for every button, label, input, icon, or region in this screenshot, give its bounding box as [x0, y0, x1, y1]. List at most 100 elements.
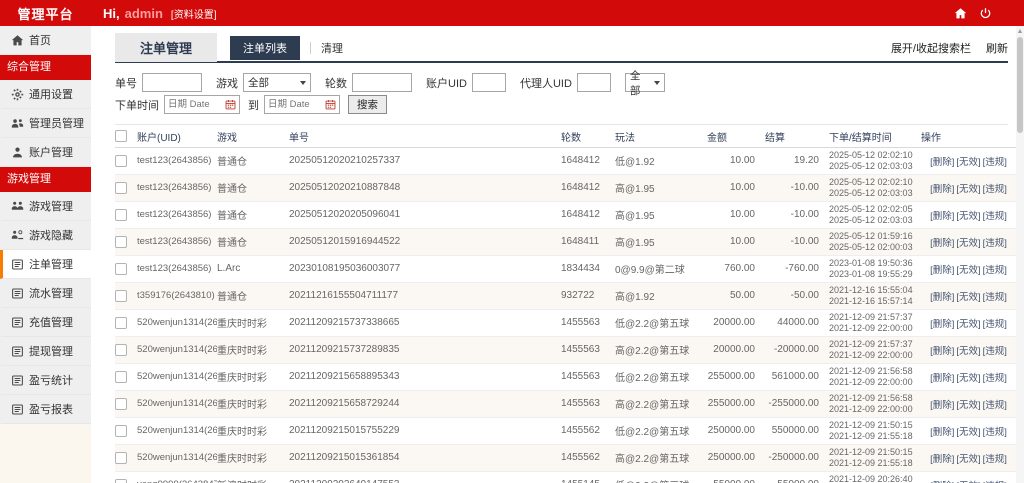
agent-uid-input[interactable] — [576, 73, 611, 92]
sidebar-item-game-hidden[interactable]: 游戏隐藏 — [0, 221, 91, 250]
delete-link[interactable]: [删除] — [930, 157, 954, 168]
delete-link[interactable]: [删除] — [930, 346, 954, 357]
sidebar-filler — [0, 424, 91, 483]
delete-link[interactable]: [删除] — [930, 265, 954, 276]
sidebar-item-withdraw-management[interactable]: 提现管理 — [0, 337, 91, 366]
order-no-input[interactable] — [142, 73, 202, 92]
account-uid-cell: test123(2643856) — [137, 228, 217, 256]
violation-link[interactable]: [违规] — [983, 265, 1007, 276]
row-checkbox[interactable] — [115, 451, 127, 464]
invalid-link[interactable]: [无效] — [956, 157, 980, 168]
invalid-link[interactable]: [无效] — [956, 238, 980, 249]
delete-link[interactable]: [删除] — [930, 454, 954, 465]
order-time: 2025-05-12 02:02:05 — [829, 203, 913, 214]
round-cell: 1455562 — [561, 417, 615, 445]
date-to-input[interactable] — [264, 95, 340, 114]
invalid-link[interactable]: [无效] — [956, 184, 980, 195]
invalid-link[interactable]: [无效] — [956, 346, 980, 357]
row-checkbox[interactable] — [115, 154, 127, 167]
row-checkbox[interactable] — [115, 370, 127, 383]
tab-bet-order-list[interactable]: 注单列表 — [230, 35, 301, 60]
agent-select[interactable]: 全部 — [624, 70, 665, 97]
violation-link[interactable]: [违规] — [983, 427, 1007, 438]
power-icon[interactable] — [979, 7, 992, 20]
violation-link[interactable]: [违规] — [983, 319, 1007, 330]
sidebar-item-account-management[interactable]: 账户管理 — [0, 138, 91, 167]
agent-uid-label: 代理人UID — [519, 77, 572, 90]
row-checkbox[interactable] — [115, 181, 127, 194]
home-icon[interactable] — [954, 7, 967, 20]
delete-link[interactable]: [删除] — [930, 211, 954, 222]
round-input[interactable] — [352, 73, 412, 92]
invalid-link[interactable]: [无效] — [956, 427, 980, 438]
account-uid-cell: 520wenjun1314(2643842) — [137, 363, 217, 391]
invalid-link[interactable]: [无效] — [956, 400, 980, 411]
select-all-checkbox[interactable] — [115, 130, 127, 143]
violation-link[interactable]: [违规] — [983, 184, 1007, 195]
sidebar-item-flow-management[interactable]: 流水管理 — [0, 279, 91, 308]
row-checkbox[interactable] — [115, 478, 127, 483]
row-checkbox[interactable] — [115, 235, 127, 248]
search-button[interactable]: 搜索 — [348, 95, 387, 114]
user-icon — [11, 146, 24, 159]
profile-settings-link[interactable]: [资料设置] — [171, 6, 217, 21]
delete-link[interactable]: [删除] — [930, 373, 954, 384]
settle-time: 2025-05-12 02:03:03 — [829, 187, 913, 198]
sidebar-item-game-management[interactable]: 游戏管理 — [0, 192, 91, 221]
toggle-search-link[interactable]: 展开/收起搜索栏 — [891, 40, 971, 56]
order-no-cell: 20250512020205096041 — [289, 201, 561, 229]
violation-link[interactable]: [违规] — [983, 454, 1007, 465]
sidebar-item-general-settings[interactable]: 通用设置 — [0, 80, 91, 109]
violation-link[interactable]: [违规] — [983, 238, 1007, 249]
scroll-up-arrow-icon[interactable] — [1017, 29, 1022, 33]
invalid-link[interactable]: [无效] — [956, 319, 980, 330]
violation-link[interactable]: [违规] — [983, 346, 1007, 357]
order-no-cell: 20211216155504711177 — [289, 282, 561, 310]
order-no-cell: 20211209215015755229 — [289, 417, 561, 445]
sidebar-item-profit-report[interactable]: 盈亏报表 — [0, 395, 91, 424]
game-cell: L.Arc — [217, 255, 289, 283]
row-checkbox[interactable] — [115, 316, 127, 329]
delete-link[interactable]: [删除] — [930, 319, 954, 330]
row-checkbox[interactable] — [115, 262, 127, 275]
date-from-input[interactable] — [164, 95, 240, 114]
row-checkbox[interactable] — [115, 397, 127, 410]
game-select[interactable]: 全部 — [243, 73, 311, 92]
row-checkbox[interactable] — [115, 343, 127, 356]
row-checkbox[interactable] — [115, 208, 127, 221]
scrollbar-thumb[interactable] — [1017, 37, 1023, 133]
invalid-link[interactable]: [无效] — [956, 265, 980, 276]
invalid-link[interactable]: [无效] — [956, 373, 980, 384]
violation-link[interactable]: [违规] — [983, 292, 1007, 303]
sidebar-item-label: 流水管理 — [29, 288, 73, 300]
invalid-link[interactable]: [无效] — [956, 454, 980, 465]
invalid-link[interactable]: [无效] — [956, 292, 980, 303]
col-time: 下单/结算时间 — [829, 126, 921, 148]
sidebar-section-label: 游戏管理 — [7, 173, 51, 185]
account-uid-input[interactable] — [471, 73, 506, 92]
row-checkbox[interactable] — [115, 289, 127, 302]
amount-cell: 55000.00 — [707, 471, 765, 483]
sidebar-item-bet-order-management[interactable]: 注单管理 — [0, 250, 91, 279]
vertical-scrollbar[interactable] — [1016, 26, 1024, 483]
invalid-link[interactable]: [无效] — [956, 211, 980, 222]
violation-link[interactable]: [违规] — [983, 211, 1007, 222]
account-uid-cell: yang9999(2643847) — [137, 471, 217, 483]
refresh-link[interactable]: 刷新 — [986, 40, 1008, 56]
delete-link[interactable]: [删除] — [930, 427, 954, 438]
delete-link[interactable]: [删除] — [930, 400, 954, 411]
sidebar-item-home[interactable]: 首页 — [0, 26, 91, 55]
settle-cell: 550000.00 — [765, 417, 829, 445]
delete-link[interactable]: [删除] — [930, 292, 954, 303]
violation-link[interactable]: [违规] — [983, 400, 1007, 411]
delete-link[interactable]: [删除] — [930, 184, 954, 195]
amount-cell: 20000.00 — [707, 336, 765, 364]
sidebar-item-profit-stats[interactable]: 盈亏统计 — [0, 366, 91, 395]
sidebar-item-recharge-management[interactable]: 充值管理 — [0, 308, 91, 337]
violation-link[interactable]: [违规] — [983, 157, 1007, 168]
sidebar-item-admin-management[interactable]: 管理员管理 — [0, 109, 91, 138]
tab-cleanup[interactable]: 清理 — [321, 40, 343, 56]
row-checkbox[interactable] — [115, 424, 127, 437]
violation-link[interactable]: [违规] — [983, 373, 1007, 384]
delete-link[interactable]: [删除] — [930, 238, 954, 249]
